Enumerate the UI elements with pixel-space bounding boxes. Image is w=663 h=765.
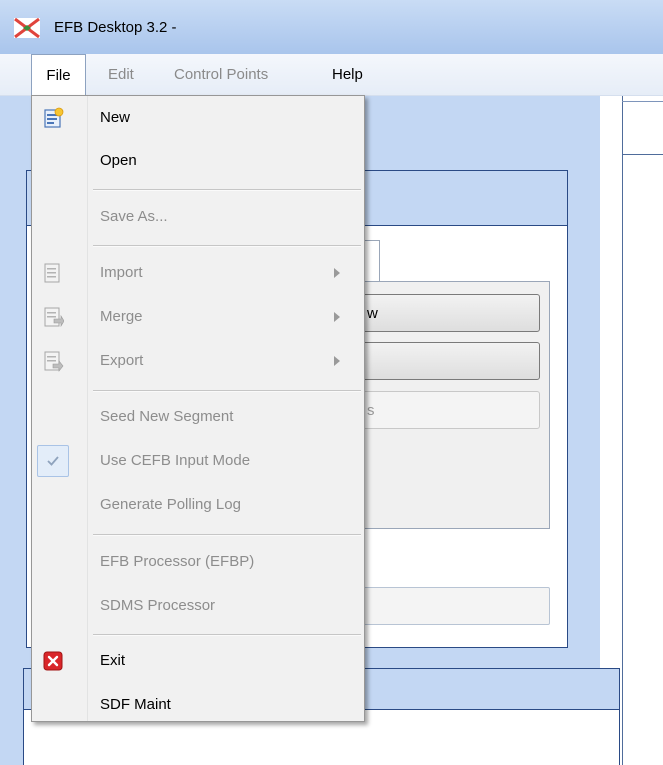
- menu-help[interactable]: Help: [332, 54, 363, 95]
- menu-item-efb-processor[interactable]: EFB Processor (EFBP): [32, 542, 364, 582]
- menu-bar: File Edit Control Points Help: [0, 54, 663, 96]
- submenu-arrow-icon: [334, 356, 340, 366]
- menu-item-export-label: Export: [100, 352, 144, 369]
- background-button-1[interactable]: w: [360, 294, 540, 332]
- title-bar: EFB Desktop 3.2 -: [0, 0, 663, 54]
- exit-icon: [43, 651, 63, 671]
- menu-item-save-as[interactable]: Save As...: [32, 197, 364, 237]
- menu-separator: [93, 245, 361, 247]
- menu-item-sdf-maint[interactable]: SDF Maint: [32, 685, 364, 725]
- menu-separator: [93, 534, 361, 536]
- menu-item-exit-label: Exit: [100, 652, 126, 669]
- right-pane: [622, 96, 663, 765]
- submenu-arrow-icon: [334, 312, 340, 322]
- menu-item-open[interactable]: Open: [32, 141, 364, 181]
- menu-item-seed-new-segment-label: Seed New Segment: [100, 408, 234, 425]
- menu-item-generate-polling-log[interactable]: Generate Polling Log: [32, 485, 364, 525]
- background-button-3[interactable]: s: [360, 391, 540, 429]
- menu-item-seed-new-segment[interactable]: Seed New Segment: [32, 397, 364, 437]
- menu-item-efb-processor-label: EFB Processor (EFBP): [100, 553, 255, 570]
- menu-separator: [93, 634, 361, 636]
- menu-item-export[interactable]: Export: [32, 341, 364, 381]
- menu-item-new[interactable]: New: [32, 98, 364, 138]
- checkmark-box: [37, 445, 69, 477]
- menu-item-generate-polling-log-label: Generate Polling Log: [100, 496, 241, 513]
- window-title: EFB Desktop 3.2 -: [54, 19, 177, 36]
- menu-item-new-label: New: [100, 109, 131, 126]
- menu-item-use-cefb-input-mode-label: Use CEFB Input Mode: [100, 452, 251, 469]
- background-button-2[interactable]: [360, 342, 540, 380]
- menu-item-sdf-maint-label: SDF Maint: [100, 696, 171, 713]
- menu-separator: [93, 390, 361, 392]
- import-icon: [44, 263, 60, 283]
- menu-item-import[interactable]: Import: [32, 253, 364, 293]
- menu-item-import-label: Import: [100, 264, 143, 281]
- right-pane-divider-top: [622, 101, 663, 102]
- merge-icon: [44, 307, 64, 328]
- menu-item-use-cefb-input-mode[interactable]: Use CEFB Input Mode: [32, 441, 364, 481]
- background-button-1-text: w: [367, 305, 378, 322]
- menu-item-sdms-processor-label: SDMS Processor: [100, 597, 216, 614]
- menu-separator: [93, 189, 361, 191]
- file-menu-dropdown: New Open Save As... Import Merge Export …: [31, 95, 365, 722]
- menu-item-merge[interactable]: Merge: [32, 297, 364, 337]
- background-text-field[interactable]: [360, 587, 550, 625]
- export-icon: [44, 351, 64, 372]
- menu-file[interactable]: File: [31, 54, 86, 96]
- menu-item-sdms-processor[interactable]: SDMS Processor: [32, 586, 364, 626]
- new-document-icon: [44, 107, 64, 128]
- menu-item-save-as-label: Save As...: [100, 208, 168, 225]
- menu-item-open-label: Open: [100, 152, 137, 169]
- background-button-3-text: s: [367, 402, 375, 419]
- submenu-arrow-icon: [334, 268, 340, 278]
- checkmark-icon: [47, 456, 59, 466]
- menu-edit[interactable]: Edit: [108, 54, 134, 95]
- menu-item-merge-label: Merge: [100, 308, 143, 325]
- menu-control-points[interactable]: Control Points: [174, 54, 268, 95]
- menu-item-exit[interactable]: Exit: [32, 641, 364, 681]
- right-pane-divider: [622, 154, 663, 155]
- app-icon: [14, 18, 40, 38]
